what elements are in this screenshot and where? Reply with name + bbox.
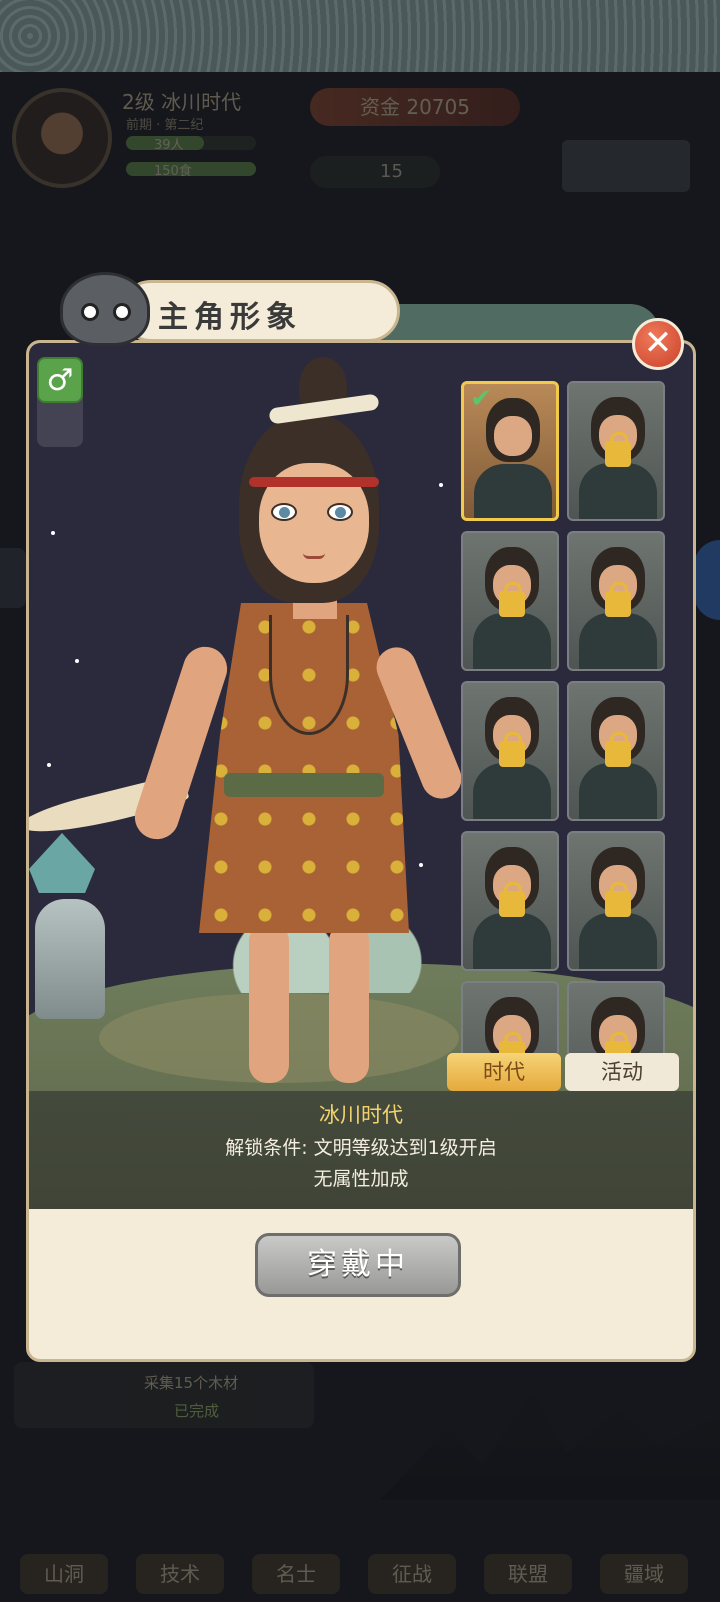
costume-card[interactable] (461, 981, 559, 1053)
costume-card[interactable] (567, 831, 665, 971)
gender-switch: ♂ (37, 357, 83, 447)
nav-battle: 征战 (368, 1554, 456, 1594)
nav-tech: 技术 (136, 1554, 224, 1594)
lock-icon (499, 732, 525, 767)
coins-label: 资金 (360, 95, 400, 119)
right-side-tab (694, 540, 720, 620)
lock-icon (499, 582, 525, 617)
top-right-button (562, 140, 690, 192)
attribute-bonus: 无属性加成 (313, 1168, 409, 1190)
left-eye (271, 503, 297, 521)
stone-pillar (35, 899, 105, 1019)
player-era-label: 2级 冰川时代 (122, 90, 242, 114)
character-scene: ♂ ✔ 时代 活动 冰川时代 解锁条件: 文明等级达到1级开启 无属性加成 (29, 343, 693, 1209)
costume-card[interactable] (461, 831, 559, 971)
dragon-mascot-icon (60, 272, 150, 346)
unlock-condition: 解锁条件: 文明等级达到1级开启 (225, 1137, 497, 1159)
costume-face (494, 416, 532, 456)
nav-alliance: 联盟 (484, 1554, 572, 1594)
star (47, 763, 51, 767)
hero-character-art (29, 353, 468, 1093)
costume-card[interactable] (461, 531, 559, 671)
lock-icon (605, 1032, 631, 1053)
costume-body (473, 913, 551, 969)
header-wave (360, 304, 660, 340)
costume-body (579, 613, 657, 669)
costume-body (473, 613, 551, 669)
right-leg (329, 923, 369, 1083)
costume-body (474, 464, 552, 518)
costume-tabs: 时代 活动 (447, 1053, 687, 1093)
tab-event[interactable]: 活动 (565, 1053, 679, 1091)
lock-icon (499, 1032, 525, 1053)
costume-card[interactable] (567, 981, 665, 1053)
star (51, 531, 55, 535)
stone-lantern-roof (29, 833, 95, 893)
nav-cave: 山洞 (20, 1554, 108, 1594)
lock-icon (605, 582, 631, 617)
left-side-tab (0, 548, 26, 608)
costume-card[interactable] (567, 681, 665, 821)
mouth (303, 553, 325, 559)
coins-value: 20705 (406, 95, 470, 119)
costume-body (473, 763, 551, 819)
population-bar: 39人 (126, 136, 256, 153)
close-button[interactable]: ✕ (632, 318, 684, 370)
star (75, 659, 79, 663)
lock-icon (605, 432, 631, 467)
equip-button[interactable]: 穿戴中 (255, 1233, 461, 1297)
tooth-necklace (269, 615, 349, 735)
costume-body (579, 763, 657, 819)
appearance-dialog: ♂ ✔ 时代 活动 冰川时代 解锁条件: 文明等级达到1级开启 无属性加成 穿戴… (26, 340, 696, 1362)
dialog-header: 主角形象 (60, 270, 696, 350)
quest-title: 采集15个木材 (144, 1374, 239, 1392)
food-bar: 150食 (126, 162, 256, 179)
background-hud: 2级 冰川时代 前期 · 第二纪 39人 150食 资金 20705 15 (0, 72, 720, 212)
costume-card[interactable]: ✔ (461, 381, 559, 521)
lock-icon (605, 882, 631, 917)
player-avatar (12, 88, 112, 188)
right-eye (327, 503, 353, 521)
quest-panel: 采集15个木材 已完成 (14, 1362, 314, 1428)
nav-notables: 名士 (252, 1554, 340, 1594)
lock-icon (499, 882, 525, 917)
costume-info: 冰川时代 解锁条件: 文明等级达到1级开启 无属性加成 (29, 1091, 693, 1209)
belt (224, 773, 384, 797)
headband (249, 477, 379, 487)
costume-card[interactable] (461, 681, 559, 821)
costume-card[interactable] (567, 531, 665, 671)
costume-body (579, 913, 657, 969)
player-era-sub: 前期 · 第二纪 (126, 118, 204, 133)
lock-icon (605, 732, 631, 767)
resource-count: 15 (310, 156, 440, 188)
male-gender-button[interactable]: ♂ (37, 357, 83, 403)
quest-status: 已完成 (174, 1402, 220, 1420)
costume-name: 冰川时代 (319, 1103, 403, 1127)
nav-territory: 疆域 (600, 1554, 688, 1594)
costume-body (579, 463, 657, 519)
food-value: 150食 (154, 164, 192, 179)
checkmark-icon: ✔ (470, 384, 492, 414)
coins-display: 资金 20705 (310, 88, 520, 126)
costume-grid: ✔ (461, 381, 669, 1053)
bottom-nav: 山洞 技术 名士 征战 联盟 疆域 (0, 1490, 720, 1602)
left-leg (249, 923, 289, 1083)
dialog-title: 主角形象 (158, 300, 302, 335)
mascot-eye (113, 303, 131, 321)
top-decorative-pattern (0, 0, 720, 72)
tab-era[interactable]: 时代 (447, 1053, 561, 1091)
population-value: 39人 (154, 138, 184, 153)
mascot-eye (81, 303, 99, 321)
costume-card[interactable] (567, 381, 665, 521)
